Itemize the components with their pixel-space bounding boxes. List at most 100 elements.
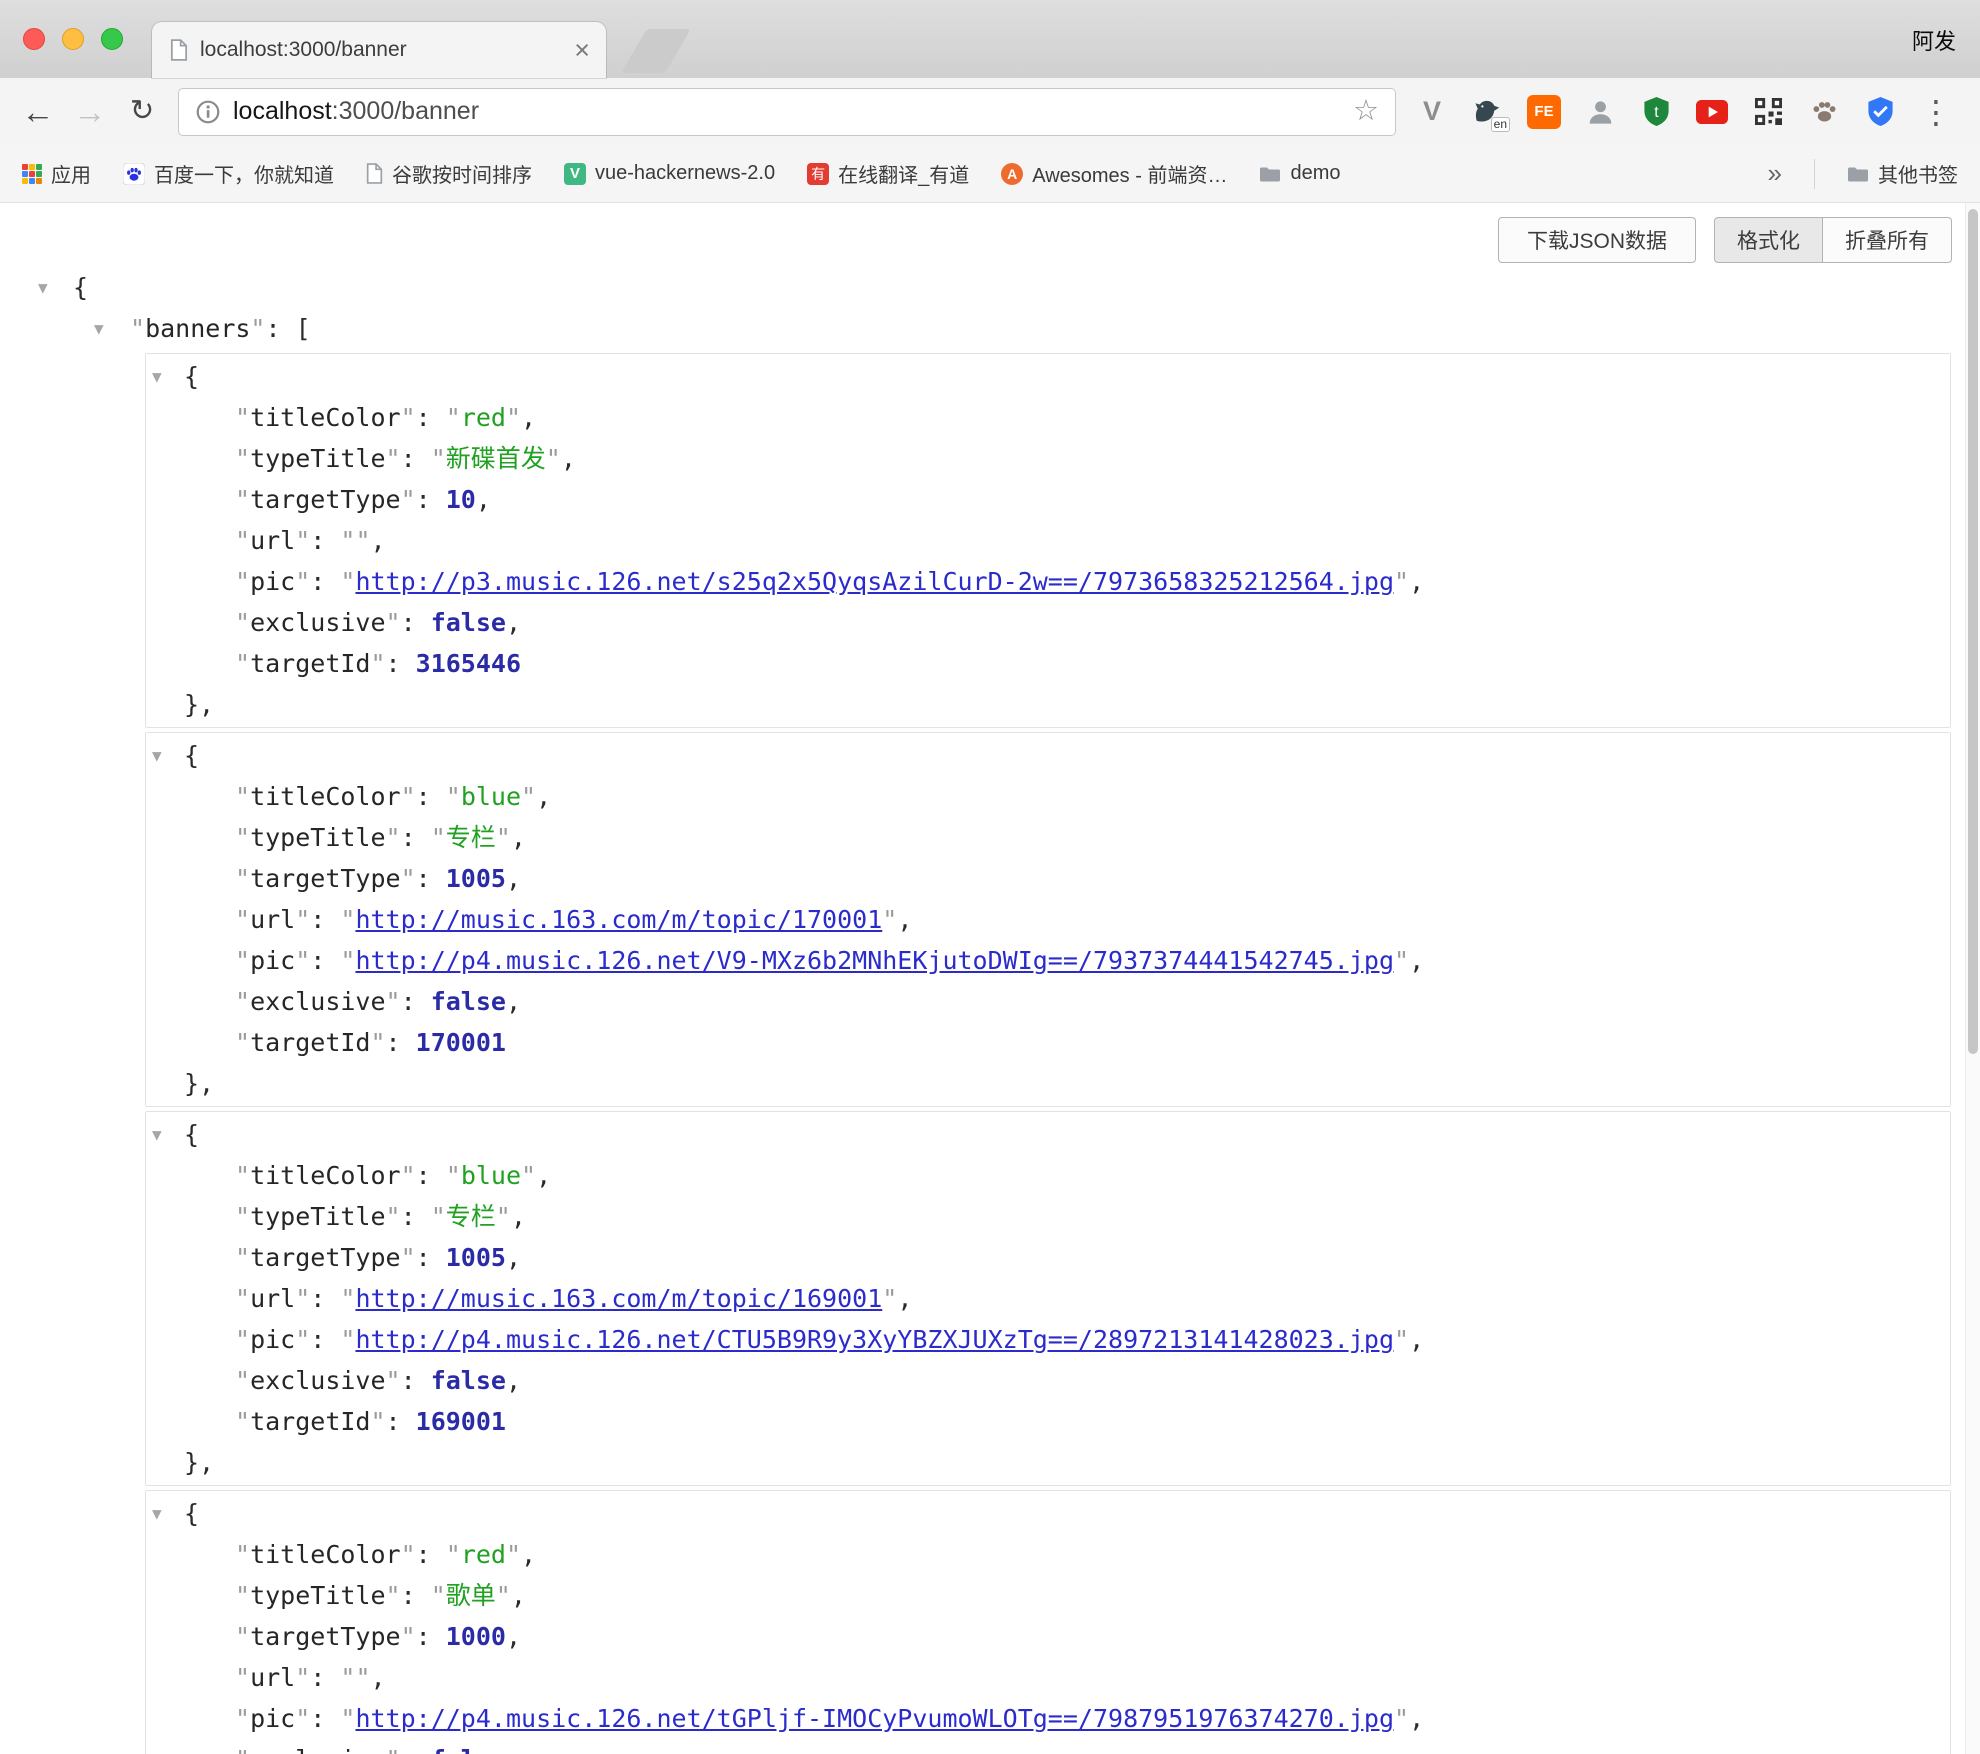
bookmark-item-folder[interactable]: demo <box>1259 162 1340 185</box>
browser-menu-button[interactable]: ⋮ <box>1918 94 1954 130</box>
youtube-extension-icon[interactable] <box>1694 94 1730 130</box>
collapse-toggle-icon[interactable]: ▼ <box>94 308 104 349</box>
paw-icon <box>1810 97 1839 126</box>
download-json-button[interactable]: 下载JSON数据 <box>1498 217 1696 263</box>
json-string-value: blue <box>461 782 521 811</box>
json-key: targetType <box>250 1622 401 1651</box>
json-key: url <box>250 1663 295 1692</box>
json-property-line: "pic": "http://p4.music.126.net/V9-MXz6b… <box>146 940 1950 981</box>
window-minimize-button[interactable] <box>62 28 84 50</box>
json-string-value: red <box>461 1540 506 1569</box>
json-viewer: ▼{ ▼"banners": [ ▼{"titleColor": "red","… <box>0 267 1980 1754</box>
json-property-line: "targetType": 1005, <box>146 858 1950 899</box>
page-icon <box>366 163 383 184</box>
scrollbar-thumb[interactable] <box>1968 209 1978 1054</box>
blue-shield-extension-icon[interactable] <box>1862 94 1898 130</box>
json-property-line: "targetId": 3165446 <box>146 643 1950 684</box>
json-property-line: "url": "", <box>146 520 1950 561</box>
json-object-open-line: ▼{ <box>146 1493 1950 1534</box>
json-link-value[interactable]: http://p4.music.126.net/V9-MXz6b2MNhEKju… <box>355 946 1394 975</box>
trend-glyph: t <box>1654 104 1659 121</box>
json-key: targetType <box>250 1243 401 1272</box>
tab-close-icon[interactable]: × <box>574 37 590 64</box>
json-property-line: "targetId": 169001 <box>146 1401 1950 1442</box>
json-link-value[interactable]: http://p4.music.126.net/CTU5B9R9y3XyYBZX… <box>355 1325 1394 1354</box>
json-object-close-line: }, <box>146 1442 1950 1483</box>
bookmark-item-awesomes[interactable]: AAwesomes - 前端资… <box>1001 159 1227 188</box>
json-object-close-line: }, <box>146 684 1950 725</box>
fe-extension-icon[interactable]: FE <box>1526 94 1562 130</box>
json-property-line: "pic": "http://p4.music.126.net/tGPljf-I… <box>146 1698 1950 1739</box>
translator-badge: en <box>1491 117 1510 132</box>
json-key: pic <box>250 567 295 596</box>
bookmark-label: 应用 <box>51 159 91 188</box>
new-tab-button[interactable] <box>621 29 690 73</box>
translator-extension-icon[interactable]: en <box>1470 94 1506 130</box>
json-link-value[interactable]: http://p4.music.126.net/tGPljf-IMOCyPvum… <box>355 1704 1394 1733</box>
collapse-toggle-icon[interactable]: ▼ <box>38 267 48 308</box>
collapse-all-button[interactable]: 折叠所有 <box>1823 217 1952 263</box>
bookmark-item-youdao[interactable]: 有在线翻译_有道 <box>807 159 969 188</box>
json-key: exclusive <box>250 608 385 637</box>
json-key: targetType <box>250 485 401 514</box>
json-key: typeTitle <box>250 1202 385 1231</box>
window-close-button[interactable] <box>23 28 45 50</box>
json-key: titleColor <box>250 403 401 432</box>
json-root-open-line: ▼{ <box>0 267 1980 308</box>
json-key: targetId <box>250 1028 370 1057</box>
url-text: localhost:3000/banner <box>233 97 479 126</box>
people-extension-icon[interactable] <box>1582 94 1618 130</box>
json-property-line: "titleColor": "blue", <box>146 1155 1950 1196</box>
window-zoom-button[interactable] <box>101 28 123 50</box>
browser-tab[interactable]: localhost:3000/banner × <box>152 22 606 78</box>
back-button[interactable]: ← <box>12 95 64 128</box>
json-link-value[interactable]: http://music.163.com/m/topic/169001 <box>355 1284 882 1313</box>
bookmark-item-apps[interactable]: 应用 <box>22 159 91 188</box>
reload-button[interactable]: ↻ <box>116 97 168 126</box>
page-favicon-icon <box>170 39 188 61</box>
bookmark-item-vue[interactable]: Vvue-hackernews-2.0 <box>564 162 775 185</box>
json-boolean-value: false <box>431 1745 506 1754</box>
other-bookmarks-folder[interactable]: 其他书签 <box>1847 159 1958 188</box>
json-link-value[interactable]: http://p3.music.126.net/s25q2x5QyqsAzilC… <box>355 567 1394 596</box>
url-path: :3000/banner <box>332 97 479 125</box>
extension-icons: V en FE t ⋮ <box>1414 94 1954 130</box>
collapse-toggle-icon[interactable]: ▼ <box>152 1114 162 1155</box>
json-link-value[interactable]: http://music.163.com/m/topic/170001 <box>355 905 882 934</box>
page-info-icon[interactable] <box>195 99 221 125</box>
json-property-line: "exclusive": false, <box>146 1360 1950 1401</box>
baidu-paw-icon <box>123 163 145 185</box>
collapse-toggle-icon[interactable]: ▼ <box>152 356 162 397</box>
format-button[interactable]: 格式化 <box>1714 217 1823 263</box>
json-key: url <box>250 526 295 555</box>
json-number-value: 10 <box>446 485 476 514</box>
json-boolean-value: false <box>431 608 506 637</box>
json-property-line: "targetType": 10, <box>146 479 1950 520</box>
json-property-line: "typeTitle": "新碟首发", <box>146 438 1950 479</box>
json-string-value: 专栏 <box>446 823 496 852</box>
bookmarks-list: 应用 百度一下，你就知道 谷歌按时间排序 Vvue-hackernews-2.0 有在线… <box>22 159 1340 188</box>
vimium-extension-icon[interactable]: V <box>1414 94 1450 130</box>
folder-icon <box>1259 165 1281 183</box>
json-object-item: ▼{"titleColor": "blue","typeTitle": "专栏"… <box>145 732 1951 1107</box>
paw-extension-icon[interactable] <box>1806 94 1842 130</box>
bookmark-item-baidu[interactable]: 百度一下，你就知道 <box>123 159 334 188</box>
profile-name[interactable]: 阿发 <box>1912 24 1956 56</box>
bookmark-star-icon[interactable]: ☆ <box>1353 97 1379 126</box>
json-key: typeTitle <box>250 1581 385 1610</box>
json-array-items: ▼{"titleColor": "red","typeTitle": "新碟首发… <box>0 353 1980 1754</box>
qr-code-extension-icon[interactable] <box>1750 94 1786 130</box>
address-bar[interactable]: localhost:3000/banner ☆ <box>178 88 1396 136</box>
json-key: typeTitle <box>250 823 385 852</box>
json-key: targetId <box>250 649 370 678</box>
green-shield-extension-icon[interactable]: t <box>1638 94 1674 130</box>
bookmarks-separator <box>1814 159 1815 189</box>
collapse-toggle-icon[interactable]: ▼ <box>152 735 162 776</box>
bookmark-item-page[interactable]: 谷歌按时间排序 <box>366 159 532 188</box>
collapse-toggle-icon[interactable]: ▼ <box>152 1493 162 1534</box>
json-number-value: 1005 <box>446 1243 506 1272</box>
bookmarks-overflow-icon[interactable]: » <box>1768 158 1782 189</box>
json-number-value: 1005 <box>446 864 506 893</box>
bookmark-label: 百度一下，你就知道 <box>154 159 334 188</box>
json-boolean-value: false <box>431 987 506 1016</box>
